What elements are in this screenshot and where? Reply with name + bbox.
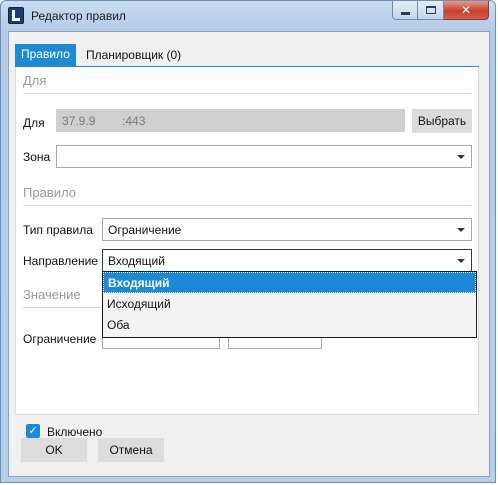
- section-value-title: Значение: [23, 287, 81, 302]
- chevron-down-icon: [457, 259, 465, 263]
- close-icon: ✕: [460, 2, 472, 17]
- window-title: Редактор правил: [31, 9, 126, 23]
- minimize-icon: [400, 11, 410, 15]
- rule-type-select[interactable]: Ограничение: [102, 218, 472, 241]
- check-icon: ✓: [28, 424, 38, 437]
- direction-option-both[interactable]: Оба: [103, 314, 476, 335]
- app-icon: [8, 7, 24, 24]
- rule-editor-window: Редактор правил ✕ Правило Планировщик (0…: [0, 0, 496, 483]
- cancel-button[interactable]: Отмена: [98, 438, 164, 462]
- chevron-down-icon: [457, 228, 465, 232]
- choose-button[interactable]: Выбрать: [412, 109, 472, 133]
- dialog-client: Правило Планировщик (0) Для Для 37.9.9 :…: [8, 31, 490, 477]
- chevron-down-icon: [457, 155, 465, 159]
- close-button[interactable]: ✕: [444, 1, 489, 20]
- minimize-button[interactable]: [392, 1, 418, 20]
- for-label: Для: [23, 116, 45, 130]
- enabled-label[interactable]: Включено: [47, 425, 102, 439]
- tab-scheduler[interactable]: Планировщик (0): [80, 44, 187, 66]
- ok-button[interactable]: OK: [21, 438, 87, 462]
- window-controls: ✕: [392, 1, 489, 21]
- direction-dropdown-list: Входящий Исходящий Оба: [102, 271, 477, 338]
- direction-option-incoming[interactable]: Входящий: [103, 272, 476, 293]
- maximize-icon: [425, 6, 436, 14]
- rule-type-label: Тип правила: [23, 223, 93, 237]
- maximize-button[interactable]: [418, 1, 444, 20]
- zone-label: Зона: [23, 150, 51, 164]
- section-rule-divider: [23, 205, 471, 206]
- section-for-title: Для: [23, 73, 47, 88]
- limit-label: Ограничение: [23, 332, 97, 346]
- section-for-divider: [23, 93, 471, 94]
- rule-type-value: Ограничение: [108, 222, 182, 237]
- direction-label: Направление: [23, 254, 98, 268]
- for-field: 37.9.9 :443: [56, 109, 405, 132]
- direction-value: Входящий: [108, 253, 165, 268]
- direction-select[interactable]: Входящий: [102, 249, 472, 272]
- tab-rule[interactable]: Правило: [15, 44, 76, 66]
- for-field-value: 37.9.9 :443: [62, 113, 146, 128]
- tab-panel-rule: Для Для 37.9.9 :443 Выбрать Зона Правило…: [15, 67, 479, 439]
- direction-option-outgoing[interactable]: Исходящий: [103, 293, 476, 314]
- enabled-checkbox[interactable]: ✓: [26, 424, 40, 438]
- section-rule-title: Правило: [23, 185, 76, 200]
- zone-select[interactable]: [56, 145, 472, 168]
- title-bar[interactable]: Редактор правил ✕: [1, 1, 495, 31]
